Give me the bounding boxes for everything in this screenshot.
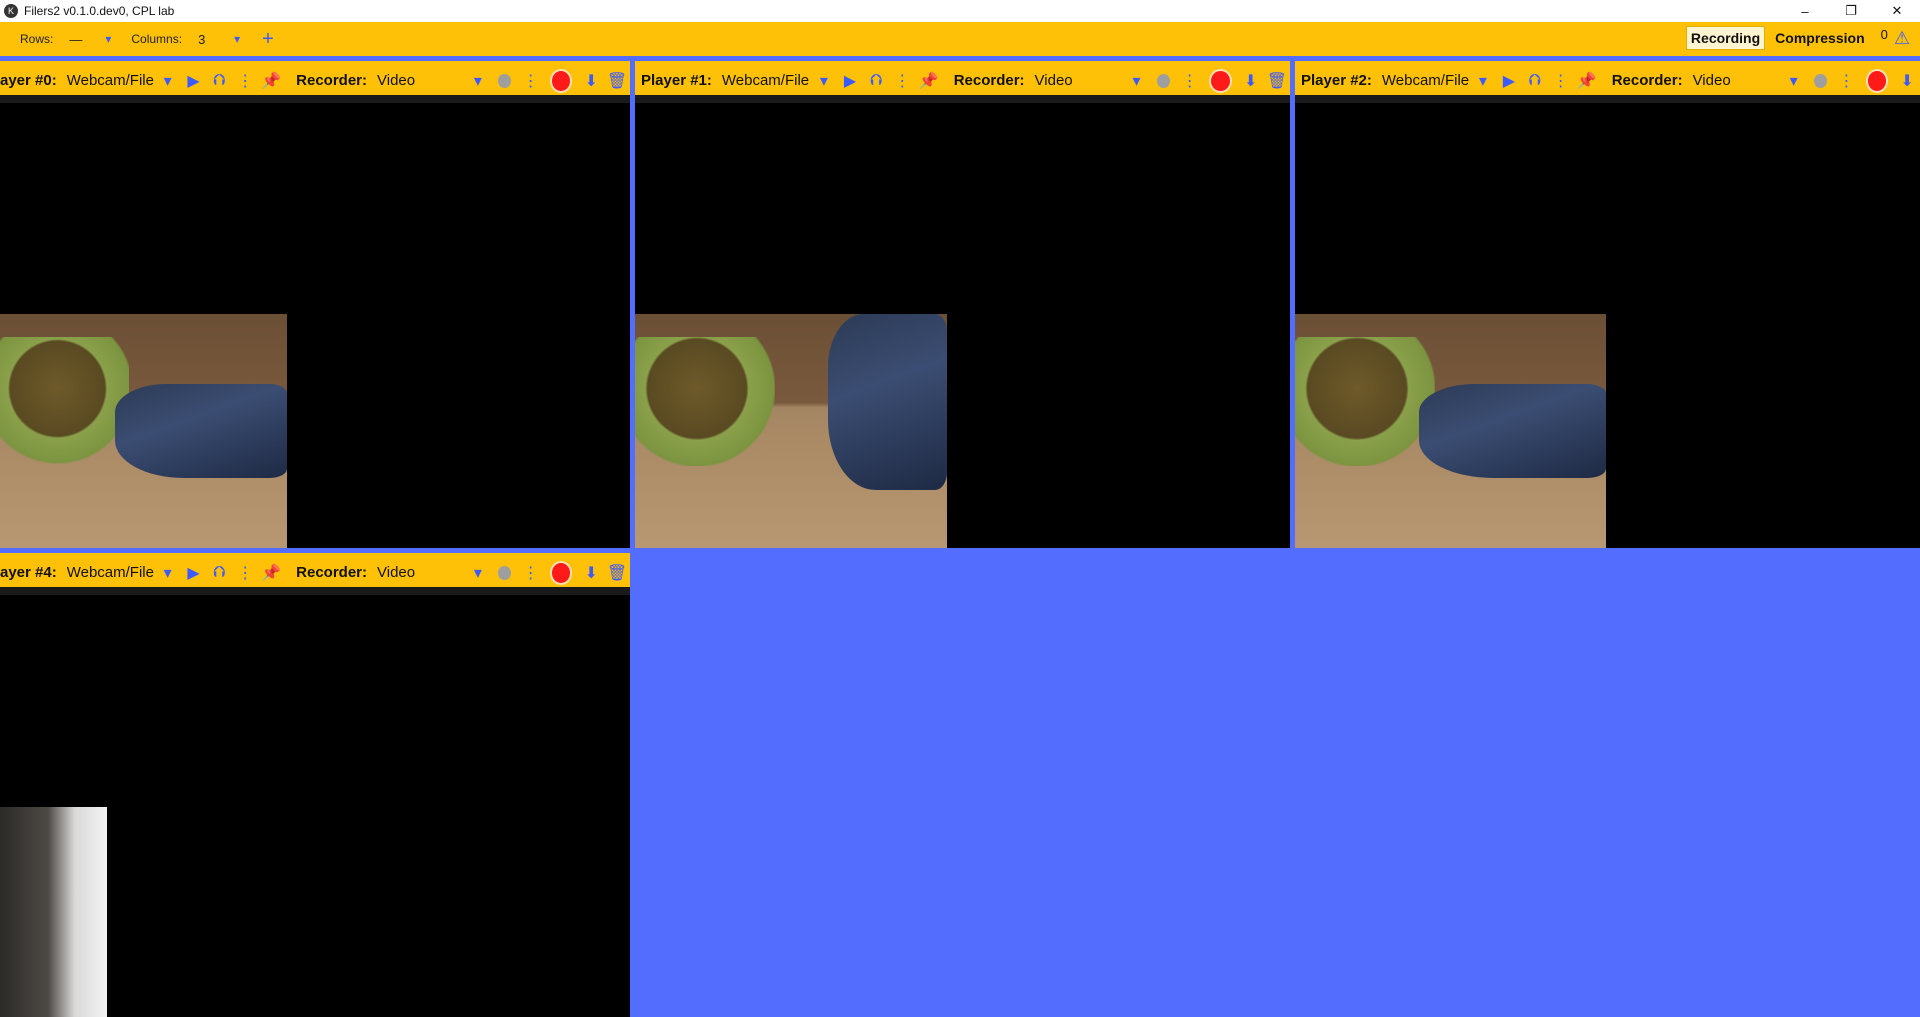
- player-source-select[interactable]: Webcam/File: [1382, 72, 1470, 89]
- recorder-select[interactable]: Video: [1693, 72, 1781, 89]
- recorder-more-icon[interactable]: ⋮: [518, 563, 544, 583]
- player-source-select[interactable]: Webcam/File: [67, 564, 155, 581]
- player-settings-icon[interactable]: ⮉: [206, 564, 232, 582]
- recorder-more-icon[interactable]: ⋮: [1834, 71, 1860, 91]
- error-count: 0: [1880, 26, 1888, 42]
- save-icon[interactable]: ⬇: [578, 71, 604, 91]
- video-frame: [0, 807, 107, 1017]
- record-button[interactable]: [549, 560, 573, 585]
- video-frame: [1295, 314, 1606, 548]
- delete-icon[interactable]: 🗑: [1264, 71, 1290, 91]
- player-toolbar-4: ayer #4: Webcam/File ▾ ▶ ⮉ ⋮ 📌 Recorder:…: [0, 553, 630, 595]
- player-settings-icon[interactable]: ⮉: [863, 72, 889, 90]
- player-source-select[interactable]: Webcam/File: [67, 72, 155, 89]
- main-toolbar: Rows: — ▾ Columns: 3 ▾ + Recording Compr…: [0, 22, 1920, 56]
- play-icon[interactable]: ▶: [837, 71, 863, 91]
- recorder-label: Recorder:: [953, 72, 1025, 89]
- columns-input[interactable]: 3: [198, 32, 228, 47]
- save-icon[interactable]: ⬇: [578, 563, 604, 583]
- columns-dropdown-icon[interactable]: ▾: [234, 32, 240, 46]
- player-pane-1: Player #1: Webcam/File ▾ ▶ ⮉ ⋮ 📌 Recorde…: [635, 61, 1290, 548]
- player-label: Player #2:: [1301, 72, 1372, 89]
- player-more-icon[interactable]: ⋮: [1548, 71, 1574, 91]
- rows-dropdown-icon[interactable]: ▾: [105, 32, 111, 46]
- pin-icon[interactable]: 📌: [258, 563, 284, 583]
- record-button[interactable]: [1865, 68, 1889, 93]
- title-bar: K Filers2 v0.1.0.dev0, CPL lab – ❐ ✕: [0, 0, 1920, 22]
- record-status-icon: [497, 73, 511, 88]
- compression-tab[interactable]: Compression: [1771, 27, 1868, 49]
- recorder-more-icon[interactable]: ⋮: [518, 71, 544, 91]
- video-frame: [0, 314, 287, 548]
- recorder-more-icon[interactable]: ⋮: [1177, 71, 1203, 91]
- player-label: ayer #0:: [0, 72, 57, 89]
- player-label: ayer #4:: [0, 564, 57, 581]
- recording-tab[interactable]: Recording: [1685, 26, 1766, 50]
- recorder-dropdown-icon[interactable]: ▾: [465, 71, 491, 91]
- record-button[interactable]: [549, 68, 573, 93]
- record-status-icon: [497, 565, 511, 580]
- player-more-icon[interactable]: ⋮: [232, 563, 258, 583]
- recorder-select[interactable]: Video: [377, 72, 465, 89]
- app-icon: K: [4, 4, 18, 18]
- player-more-icon[interactable]: ⋮: [232, 71, 258, 91]
- recorder-select[interactable]: Video: [1035, 72, 1124, 89]
- recorder-dropdown-icon[interactable]: ▾: [1123, 71, 1149, 91]
- window-title: Filers2 v0.1.0.dev0, CPL lab: [24, 4, 175, 18]
- recorder-label: Recorder:: [296, 564, 368, 581]
- player-pane-2: Player #2: Webcam/File ▾ ▶ ⮉ ⋮ 📌 Recorde…: [1295, 61, 1920, 548]
- play-icon[interactable]: ▶: [181, 71, 207, 91]
- video-frame: [635, 314, 947, 548]
- record-status-icon: [1156, 73, 1170, 88]
- recorder-dropdown-icon[interactable]: ▾: [1781, 71, 1807, 91]
- player-pane-0: ayer #0: Webcam/File ▾ ▶ ⮉ ⋮ 📌 Recorder:…: [0, 61, 630, 548]
- warning-icon[interactable]: ⚠: [1894, 28, 1910, 49]
- toolbar-right: Recording Compression 0 ⚠: [1685, 26, 1910, 50]
- play-icon[interactable]: ▶: [1496, 71, 1522, 91]
- record-status-icon: [1813, 73, 1827, 88]
- player-toolbar-2: Player #2: Webcam/File ▾ ▶ ⮉ ⋮ 📌 Recorde…: [1295, 61, 1920, 103]
- delete-icon[interactable]: 🗑: [604, 71, 630, 91]
- recorder-dropdown-icon[interactable]: ▾: [465, 563, 491, 583]
- recorder-label: Recorder:: [1611, 72, 1683, 89]
- columns-label: Columns:: [131, 32, 183, 46]
- player-settings-icon[interactable]: ⮉: [206, 72, 232, 90]
- maximize-button[interactable]: ❐: [1828, 0, 1874, 22]
- player-toolbar-0: ayer #0: Webcam/File ▾ ▶ ⮉ ⋮ 📌 Recorder:…: [0, 61, 630, 103]
- player-label: Player #1:: [641, 72, 712, 89]
- record-button[interactable]: [1208, 68, 1232, 93]
- player-source-select[interactable]: Webcam/File: [722, 72, 811, 89]
- minimize-button[interactable]: –: [1782, 0, 1828, 22]
- rows-input[interactable]: —: [69, 32, 99, 47]
- player-pane-4: ayer #4: Webcam/File ▾ ▶ ⮉ ⋮ 📌 Recorder:…: [0, 553, 630, 1017]
- player-toolbar-1: Player #1: Webcam/File ▾ ▶ ⮉ ⋮ 📌 Recorde…: [635, 61, 1290, 103]
- player-settings-icon[interactable]: ⮉: [1522, 72, 1548, 90]
- window-controls: – ❐ ✕: [1782, 0, 1920, 22]
- recorder-label: Recorder:: [296, 72, 368, 89]
- close-button[interactable]: ✕: [1874, 0, 1920, 22]
- play-icon[interactable]: ▶: [181, 563, 207, 583]
- pin-icon[interactable]: 📌: [258, 71, 284, 91]
- save-icon[interactable]: ⬇: [1894, 71, 1920, 91]
- source-dropdown-icon[interactable]: ▾: [811, 71, 837, 91]
- rows-label: Rows:: [20, 32, 54, 46]
- save-icon[interactable]: ⬇: [1238, 71, 1264, 91]
- recorder-select[interactable]: Video: [377, 564, 465, 581]
- source-dropdown-icon[interactable]: ▾: [155, 71, 181, 91]
- add-player-icon[interactable]: +: [262, 29, 274, 49]
- delete-icon[interactable]: 🗑: [604, 563, 630, 583]
- player-more-icon[interactable]: ⋮: [889, 71, 915, 91]
- pin-icon[interactable]: 📌: [916, 71, 942, 91]
- source-dropdown-icon[interactable]: ▾: [155, 563, 181, 583]
- pin-icon[interactable]: 📌: [1574, 71, 1600, 91]
- source-dropdown-icon[interactable]: ▾: [1470, 71, 1496, 91]
